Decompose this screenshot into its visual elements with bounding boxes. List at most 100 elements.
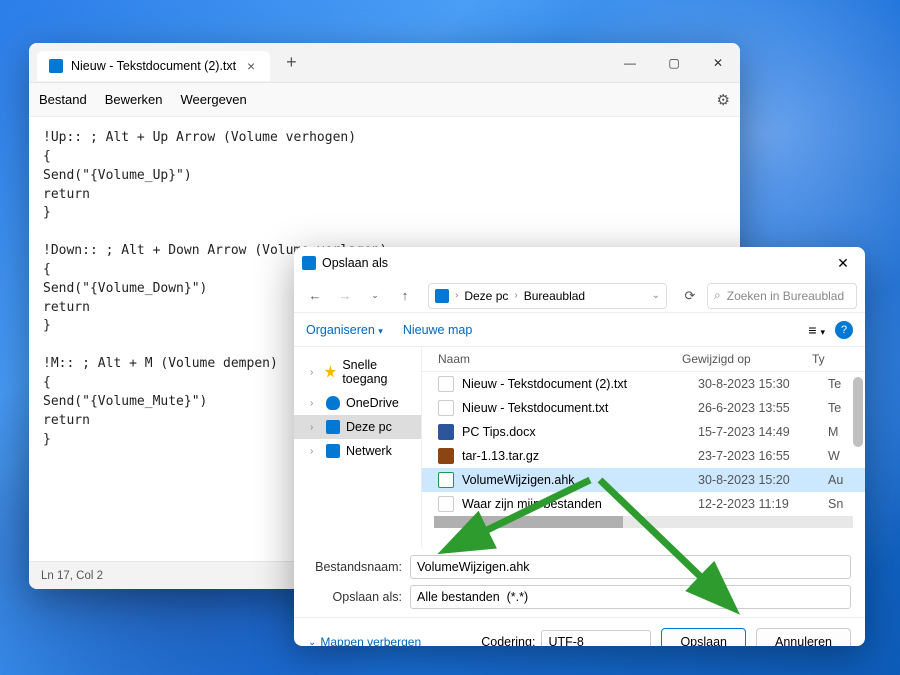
close-button[interactable]: ✕ — [696, 43, 740, 83]
minimize-button[interactable]: — — [608, 43, 652, 83]
tree-item-pc[interactable]: › Deze pc — [294, 415, 421, 439]
breadcrumb-root[interactable]: Deze pc — [464, 289, 508, 303]
search-placeholder: Zoeken in Bureaublad — [727, 289, 844, 303]
file-icon — [438, 376, 454, 392]
filename-input[interactable] — [410, 555, 851, 579]
tree-label: OneDrive — [346, 396, 399, 410]
menu-edit[interactable]: Bewerken — [105, 92, 163, 107]
organize-menu[interactable]: Organiseren ▾ — [306, 323, 383, 337]
file-date: 15-7-2023 14:49 — [698, 425, 828, 439]
up-button[interactable]: ↑ — [392, 283, 418, 309]
vertical-scrollbar[interactable] — [853, 377, 863, 447]
file-date: 12-2-2023 11:19 — [698, 497, 828, 511]
tree-label: Netwerk — [346, 444, 392, 458]
file-row[interactable]: VolumeWijzigen.ahk30-8-2023 15:20Au — [422, 468, 865, 492]
new-folder-button[interactable]: Nieuwe map — [403, 323, 472, 337]
file-name: Nieuw - Tekstdocument (2).txt — [462, 377, 698, 391]
file-list: Naam Gewijzigd op Ty Nieuw - Tekstdocume… — [422, 347, 865, 547]
chevron-right-icon: › — [310, 398, 320, 409]
column-name[interactable]: Naam — [422, 352, 682, 366]
file-icon — [438, 472, 454, 488]
encoding-label: Codering: — [481, 635, 535, 646]
filter-select[interactable] — [410, 585, 851, 609]
maximize-button[interactable]: ▢ — [652, 43, 696, 83]
recent-dropdown[interactable]: ⌄ — [362, 283, 388, 309]
close-tab-icon[interactable]: × — [244, 59, 258, 73]
file-row[interactable]: tar-1.13.tar.gz23-7-2023 16:55W — [422, 444, 865, 468]
folder-tree: › Snelle toegang › OneDrive › Deze pc › Netwerk — [294, 347, 422, 547]
tree-item-cloud[interactable]: › OneDrive — [294, 391, 421, 415]
notepad-icon — [49, 59, 63, 73]
dialog-footer: ⌄ Mappen verbergen Codering: Opslaan Ann… — [294, 617, 865, 646]
pc-icon — [326, 420, 340, 434]
notepad-tab[interactable]: Nieuw - Tekstdocument (2).txt × — [37, 51, 270, 81]
search-icon: ⌕ — [714, 288, 721, 303]
back-button[interactable]: ← — [302, 283, 328, 309]
horizontal-scrollbar[interactable] — [434, 516, 853, 528]
file-date: 30-8-2023 15:20 — [698, 473, 828, 487]
dialog-body: › Snelle toegang › OneDrive › Deze pc › Netwerk… — [294, 347, 865, 547]
dialog-close-button[interactable]: ✕ — [829, 255, 857, 272]
dialog-titlebar: Opslaan als ✕ — [294, 247, 865, 279]
star-icon — [324, 365, 336, 379]
chevron-right-icon: › — [455, 290, 458, 301]
notepad-titlebar: Nieuw - Tekstdocument (2).txt × + — ▢ ✕ — [29, 43, 740, 83]
menu-file[interactable]: Bestand — [39, 92, 87, 107]
file-type: W — [828, 449, 840, 463]
search-input[interactable]: ⌕ Zoeken in Bureaublad — [707, 283, 857, 309]
cursor-position: Ln 17, Col 2 — [41, 570, 103, 582]
window-controls: — ▢ ✕ — [608, 43, 740, 83]
dialog-title: Opslaan als — [322, 256, 388, 270]
chevron-down-icon: ⌄ — [308, 637, 316, 647]
dialog-icon — [302, 256, 316, 270]
filename-label: Bestandsnaam: — [308, 560, 402, 574]
column-type[interactable]: Ty — [812, 352, 852, 366]
file-name: tar-1.13.tar.gz — [462, 449, 698, 463]
file-date: 23-7-2023 16:55 — [698, 449, 828, 463]
menu-view[interactable]: Weergeven — [181, 92, 247, 107]
chevron-down-icon[interactable]: ⌄ — [652, 290, 660, 301]
file-icon — [438, 448, 454, 464]
file-type: Te — [828, 377, 841, 391]
file-row[interactable]: PC Tips.docx15-7-2023 14:49M — [422, 420, 865, 444]
encoding-select[interactable] — [541, 630, 651, 646]
file-icon — [438, 400, 454, 416]
file-icon — [438, 424, 454, 440]
notepad-menubar: Bestand Bewerken Weergeven ⚙ — [29, 83, 740, 117]
new-tab-button[interactable]: + — [286, 52, 297, 73]
file-row[interactable]: Waar zijn mijn bestanden12-2-2023 11:19S… — [422, 492, 865, 516]
address-bar[interactable]: › Deze pc › Bureaublad ⌄ — [428, 283, 667, 309]
tree-label: Deze pc — [346, 420, 392, 434]
chevron-right-icon: › — [310, 446, 320, 457]
gear-icon[interactable]: ⚙ — [717, 91, 730, 109]
save-button[interactable]: Opslaan — [661, 628, 746, 646]
tree-label: Snelle toegang — [342, 358, 413, 386]
file-list-header: Naam Gewijzigd op Ty — [422, 347, 865, 372]
file-name: PC Tips.docx — [462, 425, 698, 439]
net-icon — [326, 444, 340, 458]
dialog-form: Bestandsnaam: Opslaan als: — [294, 547, 865, 609]
forward-button[interactable]: → — [332, 283, 358, 309]
refresh-button[interactable]: ⟳ — [677, 283, 703, 309]
chevron-right-icon: › — [514, 290, 517, 301]
view-options-button[interactable]: ≡ ▾ — [808, 322, 825, 338]
help-icon[interactable]: ? — [835, 321, 853, 339]
breadcrumb-folder[interactable]: Bureaublad — [524, 289, 585, 303]
column-modified[interactable]: Gewijzigd op — [682, 352, 812, 366]
file-row[interactable]: Nieuw - Tekstdocument.txt26-6-2023 13:55… — [422, 396, 865, 420]
tree-item-star[interactable]: › Snelle toegang — [294, 353, 421, 391]
file-date: 26-6-2023 13:55 — [698, 401, 828, 415]
cloud-icon — [326, 396, 340, 410]
file-name: Nieuw - Tekstdocument.txt — [462, 401, 698, 415]
file-name: VolumeWijzigen.ahk — [462, 473, 698, 487]
chevron-right-icon: › — [310, 422, 320, 433]
file-date: 30-8-2023 15:30 — [698, 377, 828, 391]
dialog-toolbar: Organiseren ▾ Nieuwe map ≡ ▾ ? — [294, 313, 865, 347]
file-type: Au — [828, 473, 843, 487]
save-dialog: Opslaan als ✕ ← → ⌄ ↑ › Deze pc › Bureau… — [294, 247, 865, 646]
hide-folders-toggle[interactable]: ⌄ Mappen verbergen — [308, 635, 421, 646]
chevron-right-icon: › — [310, 367, 318, 378]
file-row[interactable]: Nieuw - Tekstdocument (2).txt30-8-2023 1… — [422, 372, 865, 396]
tree-item-net[interactable]: › Netwerk — [294, 439, 421, 463]
cancel-button[interactable]: Annuleren — [756, 628, 851, 646]
